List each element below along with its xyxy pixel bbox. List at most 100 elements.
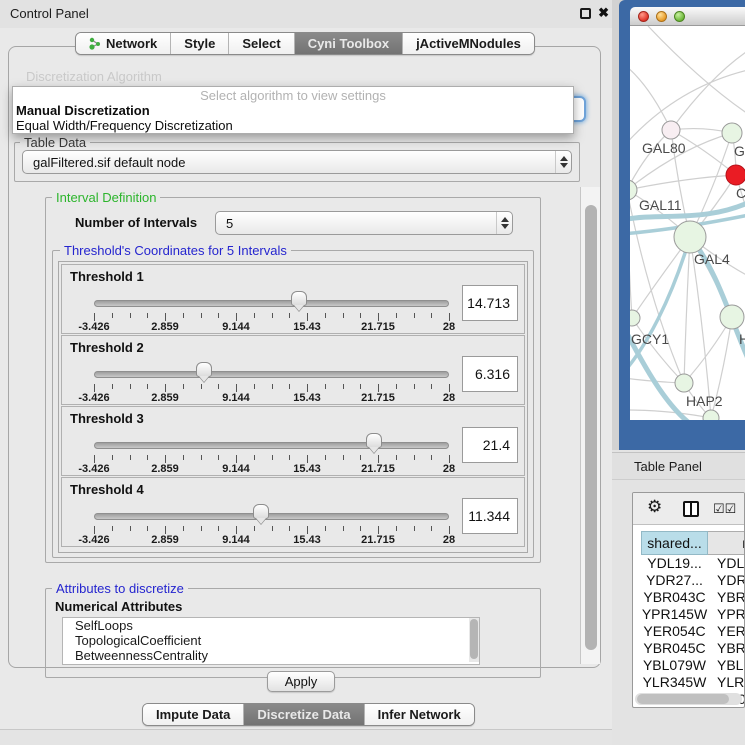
table-data-group-label: Table Data: [20, 135, 90, 150]
table-hscrollbar-track[interactable]: [635, 693, 742, 705]
float-window-icon[interactable]: [580, 8, 591, 19]
zoom-traffic-light-icon[interactable]: [674, 11, 685, 22]
settings-scrollbar-thumb[interactable]: [585, 205, 597, 650]
slider-thumb[interactable]: [196, 362, 212, 377]
tab-impute-data[interactable]: Impute Data: [143, 704, 243, 725]
attribute-list-item[interactable]: TopologicalCoefficient: [63, 634, 479, 648]
settings-scrollbar-track[interactable]: [580, 187, 600, 664]
table-data-combobox[interactable]: galFiltered.sif default node: [22, 150, 572, 174]
slider-track[interactable]: [94, 442, 449, 449]
table-cell: YBL0: [708, 657, 745, 674]
column-header-2[interactable]: na: [708, 531, 745, 555]
network-canvas[interactable]: GAL80GACGAL11GAL4GCY1HHAP2: [630, 26, 745, 420]
thresholds-group-label: Threshold's Coordinates for 5 Intervals: [60, 243, 291, 258]
column-header-1[interactable]: shared...: [641, 531, 708, 555]
slider-track[interactable]: [94, 513, 449, 520]
network-view-window: GAL80GACGAL11GAL4GCY1HHAP2: [619, 0, 745, 450]
control-panel: Control Panel ✖ NetworkStyleSelectCyni T…: [0, 0, 612, 745]
discretization-algorithm-group-label: Discretization Algorithm: [22, 69, 166, 84]
columns-icon[interactable]: [683, 501, 699, 517]
threshold-slider[interactable]: -3.4262.8599.14415.4321.71528: [94, 500, 449, 546]
checkbox-icons[interactable]: ☑☑: [713, 501, 736, 517]
minimize-traffic-light-icon[interactable]: [656, 11, 667, 22]
close-traffic-light-icon[interactable]: [638, 11, 649, 22]
scale-label: 2.859: [151, 463, 179, 475]
slider-thumb[interactable]: [366, 433, 382, 448]
threshold-panel-2: Threshold 2 -3.4262.8599.14415.4321.71528…: [61, 335, 525, 405]
tab-infer-network[interactable]: Infer Network: [364, 704, 474, 725]
table-panel-title: Table Panel: [634, 459, 702, 474]
table-cell: YPR1: [708, 606, 745, 623]
algorithm-option-equal-width[interactable]: Equal Width/Frequency Discretization: [13, 118, 573, 133]
table-row[interactable]: YBL079WYBL0: [641, 657, 745, 674]
table-row[interactable]: YPR145WYPR1: [641, 606, 745, 623]
attribute-list-item[interactable]: BetweennessCentrality: [63, 649, 479, 663]
threshold-label: Threshold 1: [70, 269, 144, 284]
threshold-value-field[interactable]: 14.713: [462, 285, 518, 321]
network-edge: [648, 26, 745, 114]
tab-select[interactable]: Select: [228, 33, 293, 54]
network-node[interactable]: [630, 310, 640, 326]
algorithm-popup: Select algorithm to view settings Manual…: [12, 86, 574, 134]
attributes-scrollbar-track[interactable]: [469, 618, 479, 662]
threshold-label: Threshold 2: [70, 340, 144, 355]
scale-label: 15.43: [293, 321, 321, 333]
network-node-label: C: [736, 185, 745, 201]
tab-discretize-data[interactable]: Discretize Data: [243, 704, 363, 725]
network-node[interactable]: [720, 305, 744, 329]
tab-network[interactable]: Network: [76, 33, 170, 54]
apply-button[interactable]: Apply: [267, 671, 335, 692]
table-panel-header: Table Panel: [612, 452, 745, 480]
network-node[interactable]: [662, 121, 680, 139]
threshold-slider[interactable]: -3.4262.8599.14415.4321.71528: [94, 358, 449, 404]
scale-label: 21.715: [361, 463, 395, 475]
table-row[interactable]: YBR045CYBR0: [641, 640, 745, 657]
scale-label: -3.426: [78, 463, 109, 475]
slider-track[interactable]: [94, 300, 449, 307]
slider-thumb[interactable]: [291, 291, 307, 306]
threshold-value-field[interactable]: 6.316: [462, 356, 518, 392]
top-tab-bar: NetworkStyleSelectCyni ToolboxjActiveMNo…: [75, 32, 535, 55]
attribute-list-item[interactable]: SelfLoops: [63, 619, 479, 633]
scale-label: 21.715: [361, 534, 395, 546]
network-edge: [630, 175, 736, 190]
network-node[interactable]: [675, 374, 693, 392]
table-hscrollbar-thumb[interactable]: [637, 694, 729, 704]
threshold-slider[interactable]: -3.4262.8599.14415.4321.71528: [94, 429, 449, 475]
combo-stepper-icon: [496, 212, 512, 234]
network-node[interactable]: [726, 165, 745, 185]
table-row[interactable]: YDR27...YDR2: [641, 572, 745, 589]
table-row[interactable]: YDL19...YDL1: [641, 555, 745, 572]
table-cell: YBR0: [708, 589, 745, 606]
gear-icon[interactable]: ⚙: [647, 497, 662, 517]
table-row[interactable]: YLR345WYLR3: [641, 674, 745, 691]
slider-scale-labels: -3.4262.8599.14415.4321.71528: [94, 321, 449, 333]
algorithm-option-manual[interactable]: Manual Discretization: [13, 103, 573, 118]
threshold-value-field[interactable]: 21.4: [462, 427, 518, 463]
network-node-label: GCY1: [631, 331, 669, 347]
slider-track[interactable]: [94, 371, 449, 378]
network-edge: [630, 410, 711, 418]
table-cell: YBR045C: [641, 640, 708, 657]
network-tab-icon: [89, 36, 101, 51]
threshold-slider[interactable]: -3.4262.8599.14415.4321.71528: [94, 287, 449, 333]
numerical-attributes-list[interactable]: SelfLoopsTopologicalCoefficientBetweenne…: [62, 617, 480, 665]
number-of-intervals-combobox[interactable]: 5: [215, 211, 513, 235]
network-node[interactable]: [674, 221, 706, 253]
number-of-intervals-value: 5: [216, 216, 496, 231]
slider-thumb[interactable]: [253, 504, 269, 519]
network-edge: [630, 130, 671, 190]
table-row[interactable]: YER054CYER0: [641, 623, 745, 640]
scale-label: 9.144: [222, 392, 250, 404]
tab-style[interactable]: Style: [170, 33, 228, 54]
tab-cyni-toolbox[interactable]: Cyni Toolbox: [294, 33, 402, 54]
attributes-scrollbar-thumb[interactable]: [470, 619, 478, 659]
close-icon[interactable]: ✖: [598, 5, 609, 21]
table-row[interactable]: YBR043CYBR0: [641, 589, 745, 606]
network-node[interactable]: [722, 123, 742, 143]
threshold-value-field[interactable]: 11.344: [462, 498, 518, 534]
tab-jactivemnodules[interactable]: jActiveMNodules: [402, 33, 534, 54]
table-toolbar: ⚙ ☑☑: [633, 493, 745, 525]
attributes-group-label: Attributes to discretize: [52, 581, 188, 596]
threshold-label: Threshold 3: [70, 411, 144, 426]
